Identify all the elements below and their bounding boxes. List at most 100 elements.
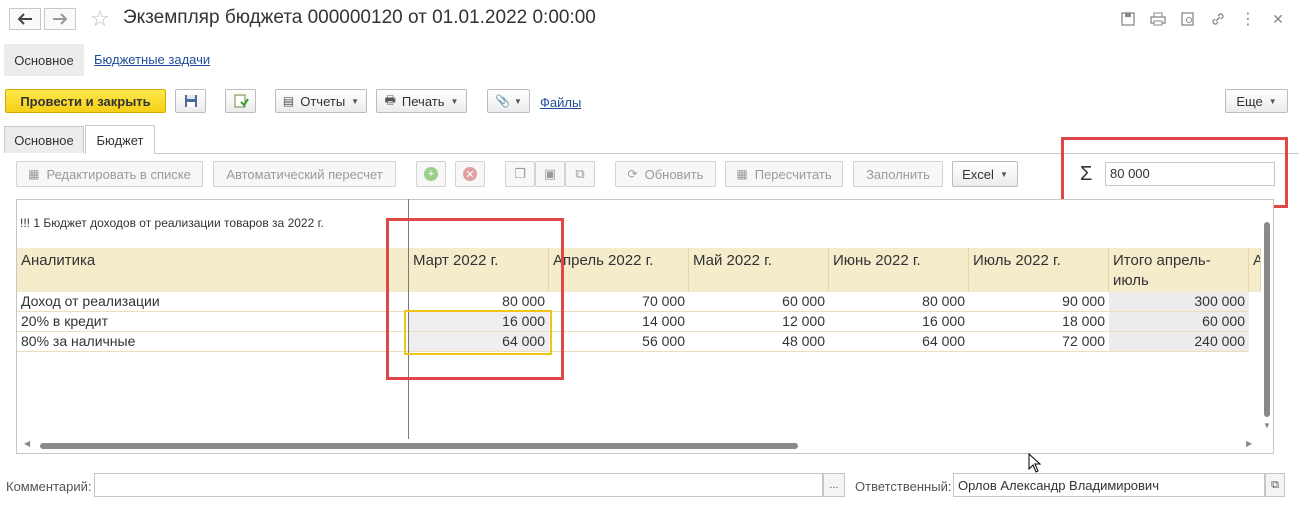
responsible-label: Ответственный:: [855, 479, 952, 494]
march-column-highlight: [386, 218, 564, 380]
files-link[interactable]: Файлы: [540, 95, 581, 110]
table-row-name[interactable]: 80% за наличные: [17, 332, 409, 352]
tab-budget[interactable]: Бюджет: [85, 125, 155, 154]
table-cell[interactable]: 72 000: [969, 332, 1109, 352]
chevron-down-icon: ▼: [450, 96, 459, 106]
tab-main[interactable]: Основное: [4, 126, 84, 153]
fill-button[interactable]: Заполнить: [853, 161, 943, 187]
refresh-button[interactable]: ⟳ Обновить: [615, 161, 716, 187]
favorite-button[interactable]: ☆: [90, 6, 110, 32]
more-actions-button[interactable]: ⋮: [1238, 9, 1258, 29]
more-icon: ⋮: [1240, 11, 1256, 28]
chevron-down-icon: ▼: [999, 169, 1008, 179]
reports-icon: ▤: [282, 94, 295, 108]
scroll-down-icon[interactable]: ▼: [1263, 421, 1271, 430]
table-cell-total[interactable]: 60 000: [1109, 312, 1249, 332]
recalculate-button[interactable]: ▦ Пересчитать: [725, 161, 843, 187]
link-icon: [1212, 13, 1224, 25]
table-cell[interactable]: 14 000: [549, 312, 689, 332]
chevron-down-icon: ▼: [351, 96, 360, 106]
edit-in-list-button[interactable]: ▦ Редактировать в списке: [16, 161, 203, 187]
reports-label: Отчеты: [300, 93, 346, 109]
copy-button[interactable]: ❐: [505, 161, 535, 187]
col-header-june[interactable]: Июнь 2022 г.: [829, 248, 969, 292]
forward-button[interactable]: [44, 8, 76, 30]
save-button[interactable]: [175, 89, 206, 113]
print-button[interactable]: [1148, 9, 1168, 29]
save-icon: [1121, 12, 1135, 26]
table-cell[interactable]: 18 000: [969, 312, 1109, 332]
post-and-close-label: Провести и закрыть: [20, 93, 151, 109]
grid-caption: !!! 1 Бюджет доходов от реализации товар…: [20, 216, 324, 230]
sum-highlight: [1061, 137, 1288, 208]
attachments-button[interactable]: 📎 ▼: [487, 89, 530, 113]
excel-label: Excel: [962, 166, 994, 182]
post-and-close-button[interactable]: Провести и закрыть: [5, 89, 166, 113]
reports-button[interactable]: ▤ Отчеты ▼: [275, 89, 367, 113]
table-cell[interactable]: 48 000: [689, 332, 829, 352]
open-responsible-button[interactable]: ⧉: [1265, 473, 1285, 497]
delete-row-button[interactable]: ✕: [455, 161, 485, 187]
preview-button[interactable]: [1178, 9, 1198, 29]
comment-field[interactable]: [94, 473, 823, 497]
paste-button[interactable]: ▣: [535, 161, 565, 187]
paste-icon: ▣: [543, 166, 557, 181]
floppy-icon: [184, 95, 197, 107]
print-icon: [1150, 12, 1166, 26]
nav-main[interactable]: Основное: [4, 44, 84, 76]
col-header-july[interactable]: Июль 2022 г.: [969, 248, 1109, 292]
table-cell[interactable]: 64 000: [829, 332, 969, 352]
edit-in-list-label: Редактировать в списке: [46, 166, 191, 182]
move-button[interactable]: ⧉: [565, 161, 595, 187]
refresh-label: Обновить: [644, 166, 704, 182]
col-header-analytics[interactable]: Аналитика: [17, 248, 409, 292]
excel-button[interactable]: Excel ▼: [952, 161, 1018, 187]
col-header-next[interactable]: А: [1249, 248, 1261, 292]
table-cell-total[interactable]: 300 000: [1109, 292, 1249, 312]
table-row-name[interactable]: 20% в кредит: [17, 312, 409, 332]
close-button[interactable]: ✕: [1268, 9, 1288, 29]
link-button[interactable]: [1208, 9, 1228, 29]
post-document-icon: [234, 94, 249, 108]
table-cell[interactable]: 70 000: [549, 292, 689, 312]
print-label: Печать: [401, 93, 445, 109]
mouse-cursor-icon: [1028, 453, 1042, 473]
nav-budget-tasks[interactable]: Бюджетные задачи: [94, 52, 210, 67]
calculator-icon: ▦: [736, 167, 748, 181]
responsible-field[interactable]: Орлов Александр Владимирович: [953, 473, 1265, 497]
fill-label: Заполнить: [866, 166, 930, 182]
recalculate-label: Пересчитать: [754, 166, 832, 182]
add-row-button[interactable]: +: [416, 161, 446, 187]
comment-label: Комментарий:: [6, 479, 92, 494]
window-title: Экземпляр бюджета 000000120 от 01.01.202…: [123, 7, 596, 28]
copy-icon: ❐: [514, 166, 526, 181]
open-icon: ⧉: [1271, 478, 1279, 491]
table-cell[interactable]: 80 000: [829, 292, 969, 312]
save-to-disk-button[interactable]: [1118, 9, 1138, 29]
close-icon: ✕: [1272, 10, 1284, 27]
table-cell[interactable]: 16 000: [829, 312, 969, 332]
refresh-icon: ⟳: [627, 167, 638, 181]
post-button[interactable]: [225, 89, 256, 113]
auto-recalc-button[interactable]: Автоматический пересчет: [213, 161, 396, 187]
back-button[interactable]: [9, 8, 41, 30]
scroll-right-icon[interactable]: ▶: [1246, 439, 1252, 448]
horizontal-scroll-thumb[interactable]: [40, 443, 798, 449]
col-header-april[interactable]: Апрель 2022 г.: [549, 248, 689, 292]
col-header-may[interactable]: Май 2022 г.: [689, 248, 829, 292]
more-button[interactable]: Еще ▼: [1225, 89, 1288, 113]
table-row-name[interactable]: Доход от реализации: [17, 292, 409, 312]
table-cell[interactable]: 60 000: [689, 292, 829, 312]
table-cell[interactable]: 56 000: [549, 332, 689, 352]
col-header-total[interactable]: Итого апрель-июль: [1109, 248, 1249, 292]
delete-circle-icon: ✕: [463, 167, 477, 181]
table-cell-total[interactable]: 240 000: [1109, 332, 1249, 352]
table-cell[interactable]: 12 000: [689, 312, 829, 332]
print-menu-button[interactable]: 🖶 Печать ▼: [376, 89, 467, 113]
table-cell[interactable]: 90 000: [969, 292, 1109, 312]
scroll-left-icon[interactable]: ◀: [24, 439, 30, 448]
table-edit-icon: ▦: [28, 167, 40, 181]
vertical-scroll-thumb[interactable]: [1264, 222, 1270, 417]
more-label: Еще: [1236, 93, 1263, 109]
comment-select-button[interactable]: ...: [823, 473, 845, 497]
